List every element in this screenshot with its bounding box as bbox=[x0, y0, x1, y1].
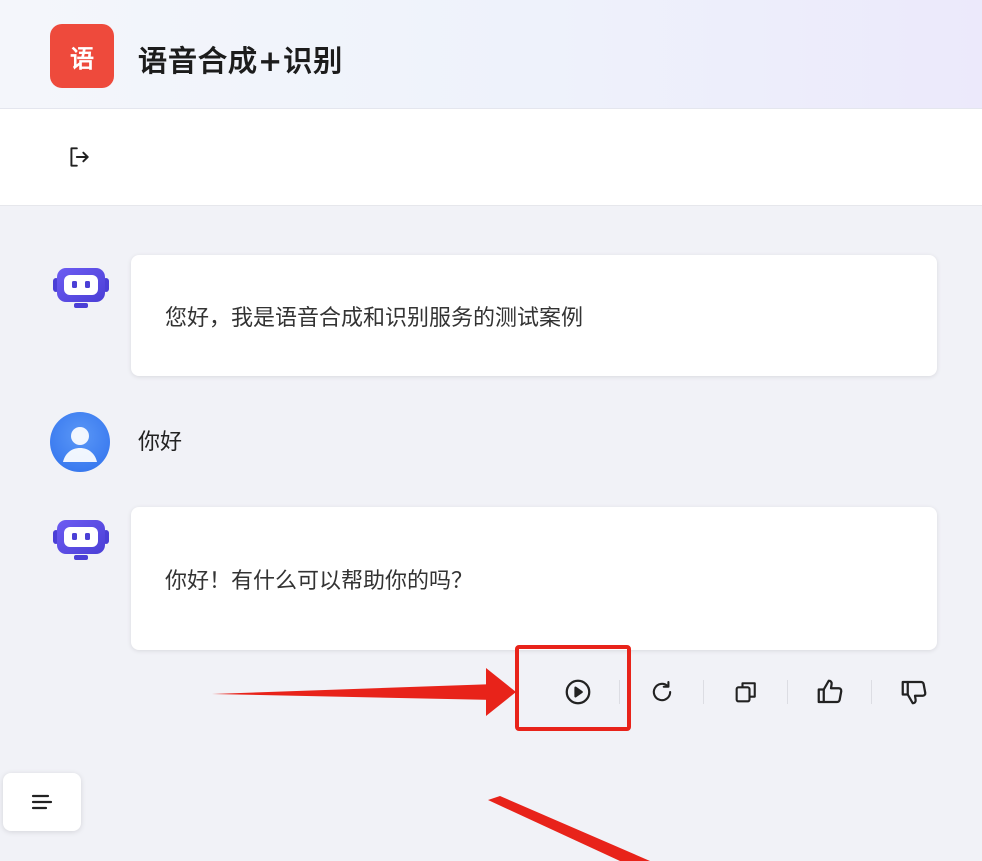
user-message-text: 你好 bbox=[138, 430, 183, 455]
robot-icon bbox=[53, 268, 109, 308]
regenerate-button[interactable] bbox=[637, 668, 687, 716]
thumbs-down-icon bbox=[901, 680, 927, 705]
bot-message-text: 您好，我是语音合成和识别服务的测试案例 bbox=[165, 305, 584, 331]
bot-message-text: 你好！有什么可以帮助你的吗？ bbox=[165, 568, 474, 594]
play-circle-icon bbox=[565, 679, 591, 705]
annotation-arrow-lower bbox=[488, 796, 650, 861]
toolbar bbox=[0, 109, 982, 206]
bot-avatar bbox=[52, 517, 110, 567]
action-divider bbox=[703, 680, 704, 704]
sidebar-toggle-button[interactable] bbox=[3, 773, 81, 831]
app-header: 语 语音合成+识别 bbox=[0, 0, 982, 109]
thumbs-up-icon bbox=[817, 679, 843, 704]
dislike-button[interactable] bbox=[889, 668, 939, 716]
action-divider bbox=[619, 680, 620, 704]
logout-icon bbox=[70, 147, 89, 167]
app-title: 语音合成+识别 bbox=[138, 44, 344, 78]
copy-button[interactable] bbox=[721, 668, 771, 716]
app-logo: 语 bbox=[50, 24, 114, 88]
copy-icon bbox=[735, 682, 756, 703]
robot-icon bbox=[53, 520, 109, 560]
user-icon bbox=[63, 427, 97, 462]
bot-avatar bbox=[52, 265, 110, 315]
bot-message-bubble: 您好，我是语音合成和识别服务的测试案例 bbox=[131, 255, 937, 376]
annotation-arrow-head bbox=[486, 668, 516, 716]
play-audio-button[interactable] bbox=[553, 668, 603, 716]
menu-lines-icon bbox=[31, 794, 53, 810]
action-divider bbox=[871, 680, 872, 704]
like-button[interactable] bbox=[805, 668, 855, 716]
annotation-arrow-shaft bbox=[212, 684, 496, 700]
message-action-bar bbox=[540, 668, 960, 716]
refresh-icon bbox=[652, 681, 672, 702]
logout-button[interactable] bbox=[62, 140, 96, 174]
action-divider bbox=[787, 680, 788, 704]
user-avatar bbox=[50, 412, 110, 472]
bot-message-bubble: 你好！有什么可以帮助你的吗？ bbox=[131, 507, 937, 650]
